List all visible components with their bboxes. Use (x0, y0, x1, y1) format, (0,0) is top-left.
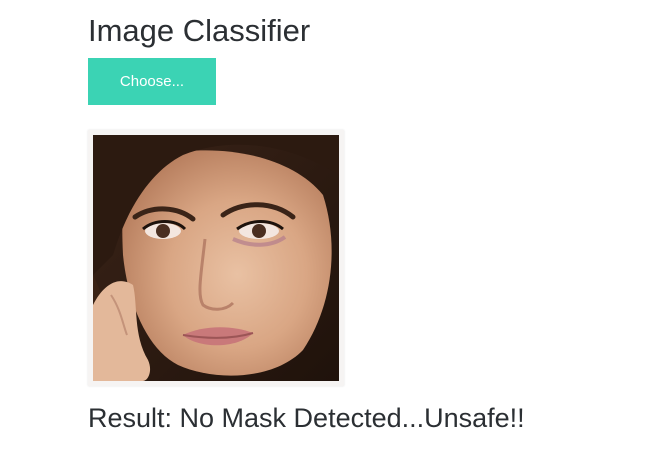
face-photo-icon (93, 135, 339, 381)
page-title: Image Classifier (88, 13, 311, 48)
result-text: Result: No Mask Detected...Unsafe!! (88, 403, 525, 433)
classifier-page: Image Classifier Choose... Result: No Ma… (0, 0, 653, 462)
choose-file-button[interactable]: Choose... (88, 58, 216, 105)
image-preview (88, 130, 344, 386)
